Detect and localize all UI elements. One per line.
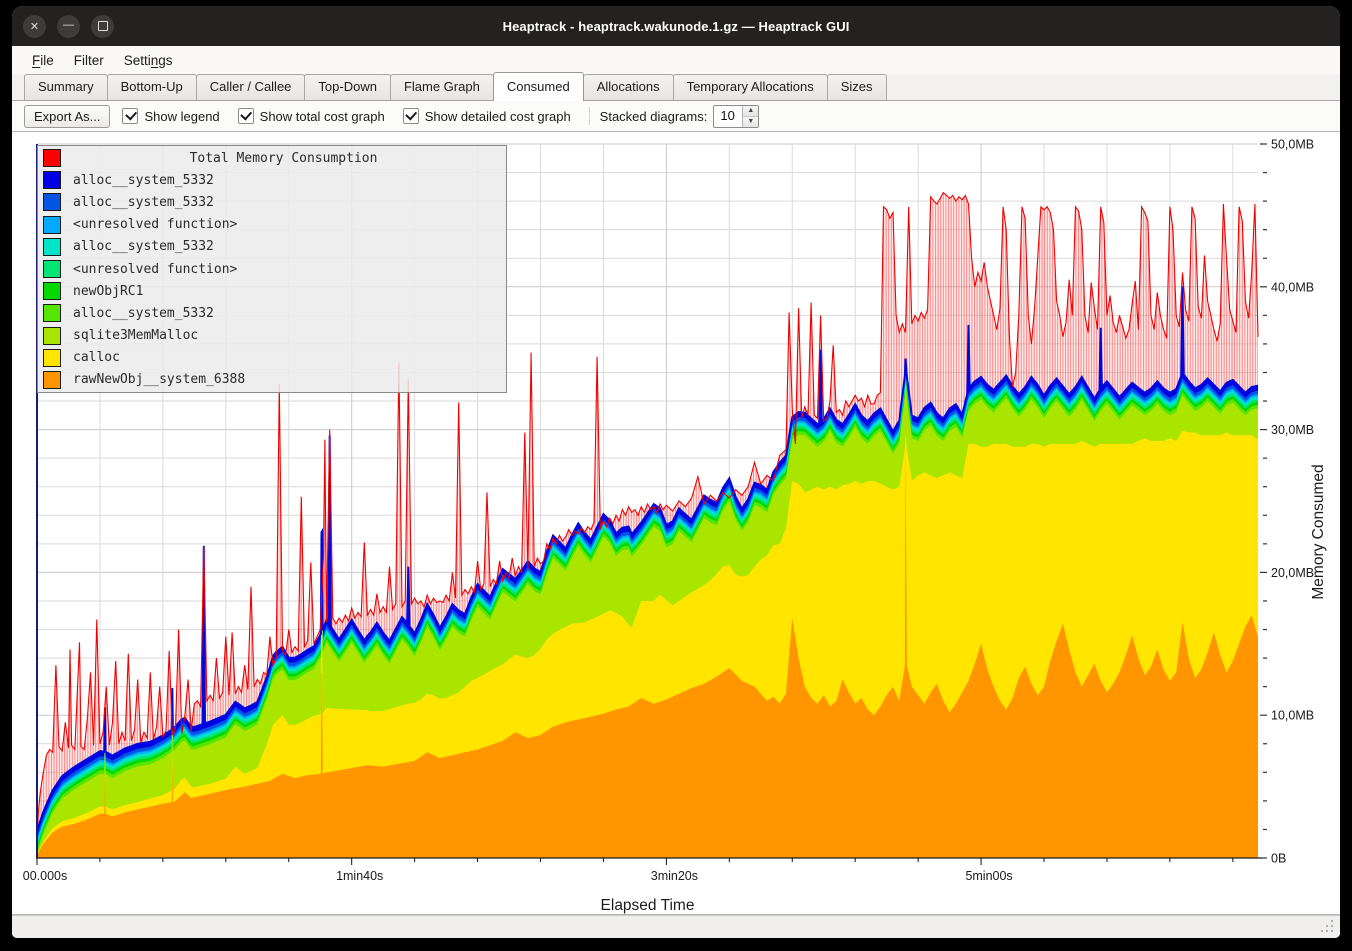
legend-item: alloc__system_5332 [38, 236, 506, 258]
tab-bottom-up[interactable]: Bottom-Up [107, 74, 197, 100]
legend-item: Total Memory Consumption [38, 147, 506, 169]
y-tick-label: 0B [1271, 852, 1286, 866]
legend-item: <unresolved function> [38, 214, 506, 236]
legend-swatch [43, 171, 61, 189]
minimize-icon: — [63, 19, 74, 31]
x-tick-label: 5min00s [965, 869, 1012, 883]
close-icon: ✕ [30, 20, 39, 33]
tab-caller-callee[interactable]: Caller / Callee [196, 74, 306, 100]
checkbox-label: Show total cost graph [260, 109, 385, 124]
minimize-button[interactable]: — [57, 15, 80, 38]
y-tick-label: 20,0MB [1271, 566, 1314, 580]
memory-consumption-chart[interactable]: 00.000s 1min40s 3min20s 5min00s 0B 10,0MB 20,0… [12, 131, 1340, 915]
tab-sizes[interactable]: Sizes [827, 74, 887, 100]
legend-label: newObjRC1 [73, 284, 143, 299]
tab-top-down[interactable]: Top-Down [304, 74, 391, 100]
legend-label: sqlite3MemMalloc [73, 328, 198, 343]
chart-legend: Total Memory Consumption alloc__system_53… [37, 145, 507, 393]
checkbox-label: Show legend [144, 109, 219, 124]
legend-swatch [43, 282, 61, 300]
app-window: ✕ — Heaptrack - heaptrack.wakunode.1.gz … [12, 6, 1340, 938]
maximize-icon [98, 21, 108, 31]
y-tick-label: 40,0MB [1271, 280, 1314, 294]
window-controls: ✕ — [23, 15, 114, 38]
legend-swatch [43, 216, 61, 234]
legend-item: alloc__system_5332 [38, 302, 506, 324]
tab-allocations[interactable]: Allocations [583, 74, 674, 100]
legend-item: newObjRC1 [38, 280, 506, 302]
tab-consumed[interactable]: Consumed [493, 72, 584, 101]
checkbox-show-legend[interactable]: Show legend [122, 108, 219, 124]
toolbar-separator [589, 107, 590, 125]
legend-item: calloc [38, 347, 506, 369]
checkbox-box[interactable] [122, 108, 138, 124]
legend-swatch [43, 304, 61, 322]
y-tick-label: 30,0MB [1271, 423, 1314, 437]
legend-label: alloc__system_5332 [73, 173, 214, 188]
menu-filter[interactable]: Filter [64, 49, 114, 72]
legend-swatch [43, 349, 61, 367]
close-button[interactable]: ✕ [23, 15, 46, 38]
legend-swatch [43, 149, 61, 167]
legend-label: alloc__system_5332 [73, 306, 214, 321]
legend-item: sqlite3MemMalloc [38, 325, 506, 347]
tab-bar: SummaryBottom-UpCaller / CalleeTop-DownF… [12, 74, 1340, 101]
tab-temporary-allocations[interactable]: Temporary Allocations [673, 74, 828, 100]
menu-settings[interactable]: Settings [114, 49, 183, 72]
legend-label: <unresolved function> [73, 262, 237, 277]
stacked-diagrams-label: Stacked diagrams: [600, 109, 708, 124]
checkbox-show-detailed-cost-graph[interactable]: Show detailed cost graph [403, 108, 571, 124]
checkbox-label: Show detailed cost graph [425, 109, 571, 124]
toolbar: Export As... Show legend Show total cost … [12, 101, 1340, 131]
checkbox-box[interactable] [238, 108, 254, 124]
legend-label: calloc [73, 350, 120, 365]
legend-swatch [43, 371, 61, 389]
stacked-diagrams-value: 10 [714, 106, 742, 127]
maximize-button[interactable] [91, 15, 114, 38]
resize-grip[interactable] [1321, 920, 1335, 934]
checkbox-box[interactable] [403, 108, 419, 124]
legend-label: alloc__system_5332 [73, 195, 214, 210]
menu-bar: FileFilterSettings [12, 46, 1340, 74]
legend-swatch [43, 238, 61, 256]
menu-file[interactable]: File [22, 49, 64, 72]
title-bar: ✕ — Heaptrack - heaptrack.wakunode.1.gz … [12, 6, 1340, 46]
legend-label: <unresolved function> [73, 217, 237, 232]
y-tick-label: 10,0MB [1271, 709, 1314, 723]
legend-item: alloc__system_5332 [38, 191, 506, 213]
export-as-button[interactable]: Export As... [24, 105, 110, 128]
legend-label: rawNewObj__system_6388 [73, 372, 245, 387]
legend-label: Total Memory Consumption [61, 151, 506, 166]
legend-item: rawNewObj__system_6388 [38, 369, 506, 391]
legend-swatch [43, 193, 61, 211]
status-bar [12, 915, 1340, 938]
checkbox-show-total-cost-graph[interactable]: Show total cost graph [238, 108, 385, 124]
spin-down-button[interactable]: ▼ [743, 117, 758, 127]
tab-summary[interactable]: Summary [24, 74, 108, 100]
x-tick-label: 3min20s [651, 869, 698, 883]
x-axis-title: Elapsed Time [601, 897, 695, 914]
x-tick-label: 00.000s [23, 869, 67, 883]
window-title: Heaptrack - heaptrack.wakunode.1.gz — He… [12, 19, 1340, 34]
spin-up-button[interactable]: ▲ [743, 106, 758, 117]
x-tick-label: 1min40s [336, 869, 383, 883]
y-axis-title: Memory Consumed [1310, 464, 1327, 599]
legend-label: alloc__system_5332 [73, 239, 214, 254]
legend-swatch [43, 260, 61, 278]
legend-swatch [43, 327, 61, 345]
legend-item: alloc__system_5332 [38, 169, 506, 191]
checkbox-group: Show legend Show total cost graph Show det… [122, 108, 588, 124]
legend-item: <unresolved function> [38, 258, 506, 280]
tab-flame-graph[interactable]: Flame Graph [390, 74, 494, 100]
y-tick-label: 50,0MB [1271, 138, 1314, 152]
stacked-diagrams-stepper[interactable]: 10 ▲ ▼ [713, 105, 759, 128]
